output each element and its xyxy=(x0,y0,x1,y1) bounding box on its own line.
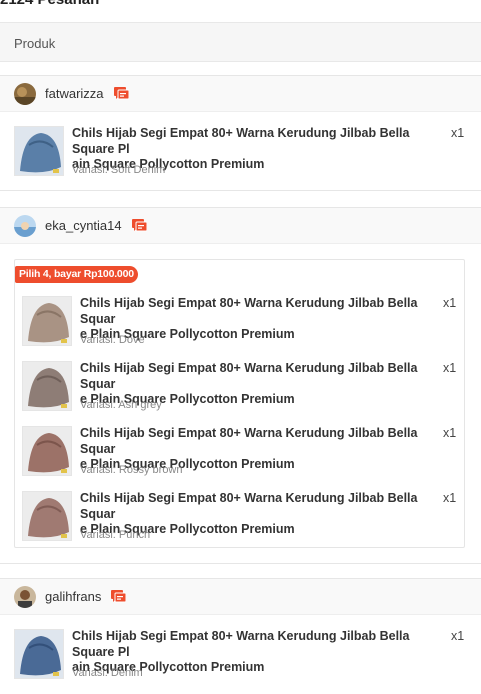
product-thumbnail[interactable] xyxy=(22,491,72,541)
buyer-avatar[interactable] xyxy=(14,82,36,105)
product-name-line: Chils Hijab Segi Empat 80+ Warna Kerudun… xyxy=(80,491,418,521)
product-thumbnail[interactable] xyxy=(22,296,72,346)
item-quantity: x1 xyxy=(443,361,457,375)
order-item[interactable]: Chils Hijab Segi Empat 80+ Warna Kerudun… xyxy=(0,112,481,177)
order-item[interactable]: Chils Hijab Segi Empat 80+ Warna Kerudun… xyxy=(0,357,481,422)
order-item[interactable]: Chils Hijab Segi Empat 80+ Warna Kerudun… xyxy=(0,292,481,357)
produk-column-header: Produk xyxy=(0,22,481,62)
order-item[interactable]: Chils Hijab Segi Empat 80+ Warna Kerudun… xyxy=(0,615,481,680)
product-name-line: Chils Hijab Segi Empat 80+ Warna Kerudun… xyxy=(80,296,418,326)
order-card: galihfrans Chils Hijab Segi Empat 80+ Wa… xyxy=(0,578,481,694)
order-header: eka_cyntia14 xyxy=(0,208,481,244)
product-name-line: Chils Hijab Segi Empat 80+ Warna Kerudun… xyxy=(80,361,418,391)
item-quantity: x1 xyxy=(443,491,457,505)
item-variant: Variasi: Punch xyxy=(80,529,151,541)
item-quantity: x1 xyxy=(451,126,465,140)
order-item[interactable]: Chils Hijab Segi Empat 80+ Warna Kerudun… xyxy=(0,487,481,552)
product-thumbnail[interactable] xyxy=(22,426,72,476)
chat-icon[interactable] xyxy=(131,218,148,233)
chat-icon[interactable] xyxy=(111,589,127,604)
item-variant: Variasi: Soft Denim xyxy=(72,164,166,176)
produk-label: Produk xyxy=(14,36,56,51)
product-name-line: Chils Hijab Segi Empat 80+ Warna Kerudun… xyxy=(80,426,418,456)
item-quantity: x1 xyxy=(451,629,465,643)
order-header: galihfrans xyxy=(0,579,481,615)
product-name-line: Chils Hijab Segi Empat 80+ Warna Kerudun… xyxy=(72,126,410,156)
chat-icon[interactable] xyxy=(113,86,130,101)
item-quantity: x1 xyxy=(443,426,457,440)
order-card: eka_cyntia14 Pilih 4, bayar Rp100.000 Ch… xyxy=(0,207,481,564)
order-item[interactable]: Chils Hijab Segi Empat 80+ Warna Kerudun… xyxy=(0,422,481,487)
item-variant: Variasi: Ash grey xyxy=(80,399,162,411)
product-thumbnail[interactable] xyxy=(14,629,64,679)
buyer-username[interactable]: galihfrans xyxy=(45,589,101,604)
item-variant: Variasi: Denim xyxy=(72,667,143,679)
item-variant: Variasi: Dove xyxy=(80,334,145,346)
order-count: 2124 Pesanan xyxy=(0,0,99,8)
item-quantity: x1 xyxy=(443,296,457,310)
order-header: fatwarizza xyxy=(0,76,481,112)
item-variant: Variasi: Rossy brown xyxy=(80,464,183,476)
buyer-avatar[interactable] xyxy=(14,214,36,237)
product-thumbnail[interactable] xyxy=(22,361,72,411)
buyer-username[interactable]: fatwarizza xyxy=(45,86,104,101)
bundle-promo-badge: Pilih 4, bayar Rp100.000 xyxy=(15,266,138,283)
product-thumbnail[interactable] xyxy=(14,126,64,176)
order-card: fatwarizza Chils Hijab Segi Empat 80+ Wa… xyxy=(0,75,481,191)
product-name-line: Chils Hijab Segi Empat 80+ Warna Kerudun… xyxy=(72,629,410,659)
buyer-username[interactable]: eka_cyntia14 xyxy=(45,218,122,233)
buyer-avatar[interactable] xyxy=(14,585,36,608)
